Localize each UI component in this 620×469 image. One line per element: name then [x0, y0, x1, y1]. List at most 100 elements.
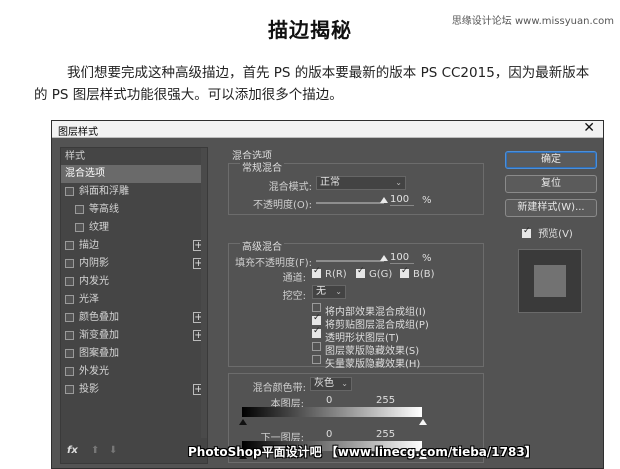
style-checkbox[interactable] [65, 259, 74, 268]
style-item[interactable]: 混合选项 [61, 165, 207, 183]
style-item-label: 混合选项 [65, 168, 105, 179]
advanced-option-checkbox[interactable] [312, 342, 321, 351]
knockout-label: 挖空: [282, 291, 306, 302]
style-item[interactable]: 斜面和浮雕 [61, 183, 207, 201]
reset-button[interactable]: 复位 [505, 175, 597, 193]
fill-opacity-unit: % [422, 253, 432, 264]
style-item-label: 斜面和浮雕 [79, 186, 129, 197]
arrow-down-icon[interactable]: ⬇ [109, 445, 117, 456]
underlying-layer-low-value: 0 [326, 429, 333, 440]
style-item[interactable]: 光泽 [61, 291, 207, 309]
preview-row: 预览(V) [522, 225, 573, 240]
channel-b-checkbox[interactable] [400, 266, 409, 278]
chevron-down-icon: ⌄ [395, 178, 402, 187]
this-layer-gradient[interactable] [242, 407, 422, 417]
ok-button[interactable]: 确定 [505, 151, 597, 169]
channels-label: 通道: [282, 273, 306, 284]
style-checkbox[interactable] [65, 295, 74, 304]
style-checkbox[interactable] [65, 349, 74, 358]
style-preview-thumbnail [518, 249, 582, 313]
styles-header: 样式 [65, 151, 85, 162]
channel-b-label: B(B) [413, 269, 435, 280]
blend-if-select[interactable]: 灰色 ⌄ [310, 377, 352, 391]
advanced-option-checkbox[interactable] [312, 303, 321, 312]
channel-g-checkbox[interactable] [356, 266, 365, 278]
style-item[interactable]: 描边 + [61, 237, 207, 255]
style-item-label: 渐变叠加 [79, 330, 119, 341]
knockout-value: 无 [316, 286, 326, 297]
style-item-label: 等高线 [89, 204, 119, 215]
style-item[interactable]: 等高线 [61, 201, 207, 219]
style-item[interactable]: 内阴影 + [61, 255, 207, 273]
style-checkbox[interactable] [75, 223, 84, 232]
fx-button[interactable]: fx [67, 445, 78, 456]
channel-r-label: R(R) [325, 269, 347, 280]
article-paragraph: 我们想要完成这种高级描边，首先 PS 的版本要最新的版本 PS CC2015，因… [34, 65, 590, 103]
opacity-input[interactable]: 100 [390, 194, 414, 206]
style-checkbox[interactable] [65, 241, 74, 250]
dialog-titlebar: 图层样式 ✕ [52, 120, 603, 138]
style-item-label: 颜色叠加 [79, 312, 119, 323]
style-item-label: 外发光 [79, 366, 109, 377]
channel-g-label: G(G) [369, 269, 393, 280]
style-checkbox[interactable] [65, 367, 74, 376]
article-title: 描边揭秘 [268, 18, 352, 42]
style-checkbox[interactable] [65, 277, 74, 286]
styles-panel: 样式 混合选项斜面和浮雕等高线纹理描边 + 内阴影 + 内发光光泽颜色叠加 + 渐变叠加 + 图… [60, 147, 208, 464]
style-item[interactable]: 内发光 [61, 273, 207, 291]
fill-opacity-label: 填充不透明度(F): [235, 258, 312, 269]
style-item-label: 光泽 [79, 294, 99, 305]
this-layer-low-value: 0 [326, 395, 333, 406]
style-item[interactable]: 投影 + [61, 381, 207, 399]
style-item-label: 内发光 [79, 276, 109, 287]
new-style-button[interactable]: 新建样式(W)... [505, 199, 597, 217]
fill-opacity-input[interactable]: 100 [390, 252, 414, 264]
style-item-label: 纹理 [89, 222, 109, 233]
this-layer-white-handle[interactable] [419, 419, 427, 425]
style-item-label: 投影 [79, 384, 99, 395]
opacity-slider-handle[interactable] [380, 197, 388, 203]
blend-mode-select[interactable]: 正常 ⌄ [316, 176, 406, 190]
style-checkbox[interactable] [75, 205, 84, 214]
source-banner: PhotoShop平面设计吧 【www.linecg.com/tieba/178… [188, 445, 537, 459]
dialog-title: 图层样式 [58, 127, 98, 138]
knockout-select[interactable]: 无 ⌄ [312, 285, 346, 299]
style-checkbox[interactable] [65, 385, 74, 394]
advanced-option-checkbox[interactable] [312, 326, 321, 338]
style-item[interactable]: 颜色叠加 + [61, 309, 207, 327]
underlying-layer-high-value: 255 [376, 429, 396, 440]
this-layer-black-handle[interactable] [239, 419, 247, 425]
blend-mode-value: 正常 [320, 177, 340, 188]
preview-label: 预览(V) [538, 229, 573, 240]
style-item-label: 描边 [79, 240, 99, 251]
blend-mode-label: 混合模式: [268, 182, 312, 193]
style-checkbox[interactable] [65, 331, 74, 340]
styles-list: 混合选项斜面和浮雕等高线纹理描边 + 内阴影 + 内发光光泽颜色叠加 + 渐变叠加 + 图案叠加… [61, 165, 207, 399]
style-item[interactable]: 纹理 [61, 219, 207, 237]
style-item[interactable]: 图案叠加 [61, 345, 207, 363]
this-layer-high-value: 255 [376, 395, 396, 406]
style-item[interactable]: 外发光 [61, 363, 207, 381]
advanced-option-checkbox[interactable] [312, 313, 321, 325]
blend-if-label: 混合颜色带: [252, 383, 306, 394]
style-checkbox[interactable] [65, 313, 74, 322]
advanced-option-checkbox[interactable] [312, 355, 321, 364]
close-icon[interactable]: ✕ [583, 120, 595, 136]
opacity-unit: % [422, 195, 432, 206]
layer-style-dialog: 图层样式 ✕ 样式 混合选项斜面和浮雕等高线纹理描边 + 内阴影 + 内发光光泽颜色叠加… [51, 120, 604, 469]
style-checkbox[interactable] [65, 187, 74, 196]
fill-opacity-slider-handle[interactable] [380, 255, 388, 261]
chevron-down-icon: ⌄ [335, 287, 342, 296]
advanced-blending-title: 高级混合 [240, 238, 284, 253]
channel-r-checkbox[interactable] [312, 266, 321, 278]
general-blending-title: 常规混合 [240, 159, 284, 174]
arrow-up-icon[interactable]: ⬆ [91, 445, 99, 456]
style-item[interactable]: 渐变叠加 + [61, 327, 207, 345]
chevron-down-icon: ⌄ [341, 379, 348, 388]
opacity-slider[interactable] [316, 202, 384, 204]
preview-checkbox[interactable] [522, 226, 531, 238]
styles-footer: fx ⬆ ⬇ [61, 441, 207, 463]
styles-scrollbar[interactable] [201, 148, 207, 438]
style-item-label: 图案叠加 [79, 348, 119, 359]
fill-opacity-slider[interactable] [316, 260, 384, 262]
